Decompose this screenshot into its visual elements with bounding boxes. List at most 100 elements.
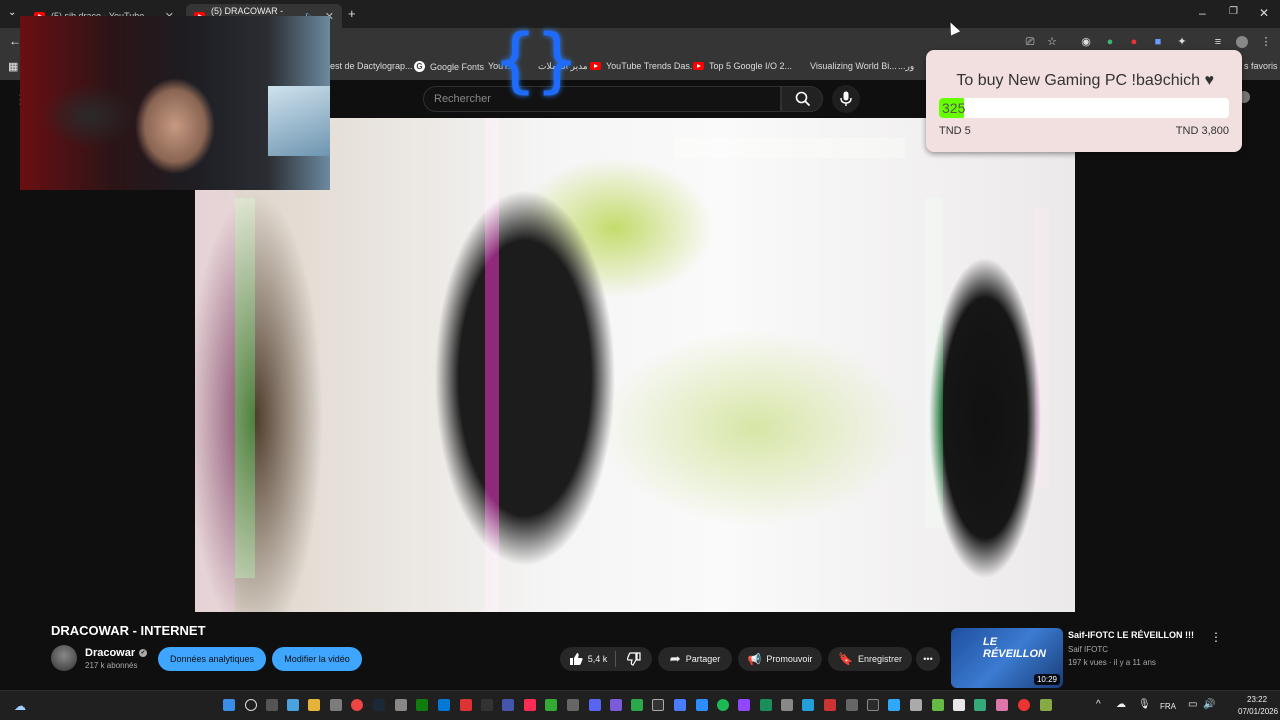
app-icon[interactable] [395,699,407,711]
tiktok-icon[interactable] [524,699,536,711]
extension-translate-icon[interactable]: ■ [1152,36,1164,48]
app-icon[interactable] [781,699,793,711]
app-icon[interactable] [910,699,922,711]
microphone-tray-icon[interactable]: 🎙 [1138,699,1151,710]
app-icon[interactable] [888,699,900,711]
plus-icon[interactable]: + [348,6,356,21]
app-icon[interactable] [996,699,1008,711]
voice-search-button[interactable] [832,85,860,113]
cast-icon[interactable]: ⎚ [1024,36,1036,48]
share-button[interactable]: ➦ Partager [658,647,732,671]
app-icon[interactable] [652,699,664,711]
bookmark-arabic[interactable]: ...ور [898,61,914,72]
app-icon[interactable] [953,699,965,711]
close-window-icon[interactable]: ✕ [1259,6,1269,20]
windows-start-icon[interactable] [223,699,235,711]
app-icon[interactable] [674,699,686,711]
channel-name-link[interactable]: Dracowar ✓ [85,647,148,659]
app-icon[interactable] [502,699,514,711]
xbox-icon[interactable] [416,699,428,711]
like-button[interactable]: 5,4 k [560,647,616,671]
apps-grid-icon[interactable]: ▦ [8,60,18,73]
edit-video-button[interactable]: Modifier la vidéo [272,647,362,671]
display-icon[interactable]: ▭ [1188,699,1197,710]
app-icon[interactable] [460,699,472,711]
app-icon[interactable] [696,699,708,711]
app-icon[interactable] [932,699,944,711]
webcam-monitor-scene [268,86,330,156]
discord-icon[interactable] [589,699,601,711]
weather-icon[interactable]: ☁ [14,699,26,713]
dislike-button[interactable] [616,647,652,671]
search-input[interactable]: Rechercher [423,86,781,112]
app-icon[interactable] [610,699,622,711]
telegram-icon[interactable] [802,699,814,711]
bookmark-dactylographie[interactable]: est de Dactylograp... [330,61,413,71]
app-icon[interactable] [846,699,858,711]
media-control-icon[interactable]: ≡ [1212,36,1224,48]
megaphone-icon: 📢 [747,653,762,666]
bookmark-youtube-trends[interactable]: YouTube Trends Das... [590,61,697,71]
video-player[interactable] [195,118,1075,612]
promote-button[interactable]: 📢 Promouvoir [738,647,822,671]
analytics-button[interactable]: Données analytiques [158,647,266,671]
recommended-title[interactable]: Saif-IFOTC LE RÉVEILLON !!! [1068,630,1194,640]
steam-icon[interactable] [373,699,385,711]
bookmark-top5-google-io[interactable]: Top 5 Google I/O 2... [693,61,792,71]
minimize-icon[interactable]: – [1199,6,1206,20]
recommended-menu-icon[interactable]: ⋮ [1210,630,1222,644]
search-button[interactable] [781,86,823,112]
donation-title: To buy New Gaming PC !ba9chich ♥ [956,72,1214,89]
language-indicator[interactable]: FRA [1160,702,1176,711]
network-icon[interactable]: ☁ [1116,699,1126,710]
restore-icon[interactable]: ❐ [1229,6,1238,17]
menu-kebab-icon[interactable]: ⋮ [1260,36,1272,48]
thumbs-down-icon [627,652,641,666]
share-icon: ➦ [669,651,681,666]
star-icon[interactable]: ☆ [1046,36,1058,48]
extension-red-icon[interactable]: ● [1128,36,1140,48]
thumbs-up-icon [569,653,583,665]
bookmark-visualizing-world[interactable]: Visualizing World Bi... [810,61,897,71]
extension-shield-icon[interactable]: ◉ [1080,36,1092,48]
tray-chevron-up-icon[interactable]: ^ [1096,699,1101,710]
extension-grammarly-icon[interactable]: ● [1104,36,1116,48]
app-icon[interactable] [824,699,836,711]
save-label: Enregistrer [857,654,902,664]
file-explorer-icon[interactable] [308,699,320,711]
app-icon[interactable] [1040,699,1052,711]
save-button[interactable]: 🔖 Enregistrer [828,647,912,671]
app-icon[interactable] [867,699,879,711]
extensions-puzzle-icon[interactable]: ✦ [1176,36,1188,48]
spotify-icon[interactable] [717,699,729,711]
taskbar-search-icon[interactable] [245,699,257,711]
record-icon[interactable] [1018,699,1030,711]
donation-progress-bar: 325 [939,98,1229,118]
profile-avatar-icon[interactable] [1236,36,1248,48]
video-duration: 10:29 [1033,674,1060,685]
more-actions-button[interactable]: ••• [916,647,940,671]
app-icon[interactable] [631,699,643,711]
app-icon[interactable] [438,699,450,711]
app-icon[interactable] [330,699,342,711]
bookmark-all-favorites[interactable]: s favoris [1244,61,1278,71]
app-icon[interactable] [545,699,557,711]
chrome-icon[interactable] [351,699,363,711]
clock-time[interactable]: 23:22 [1247,695,1267,704]
channel-avatar[interactable] [51,645,77,671]
clock-date[interactable]: 07/01/2026 [1238,707,1278,716]
widgets-icon[interactable] [287,699,299,711]
app-icon[interactable] [567,699,579,711]
recommended-channel[interactable]: Saif IFOTC [1068,645,1108,654]
recommended-thumbnail[interactable]: LE RÉVEILLON 10:29 [951,628,1063,688]
task-view-icon[interactable] [266,699,278,711]
youtube-favicon-icon [693,62,704,70]
capcut-icon[interactable] [481,699,493,711]
app-icon[interactable] [974,699,986,711]
volume-icon[interactable]: 🔊 [1203,699,1215,710]
bookmark-google-fonts[interactable]: G Google Fonts [414,61,484,72]
app-icon[interactable] [760,699,772,711]
tab-search-icon[interactable]: ⌄ [8,7,16,18]
bookmark-label: s favoris [1244,61,1278,71]
app-icon[interactable] [738,699,750,711]
